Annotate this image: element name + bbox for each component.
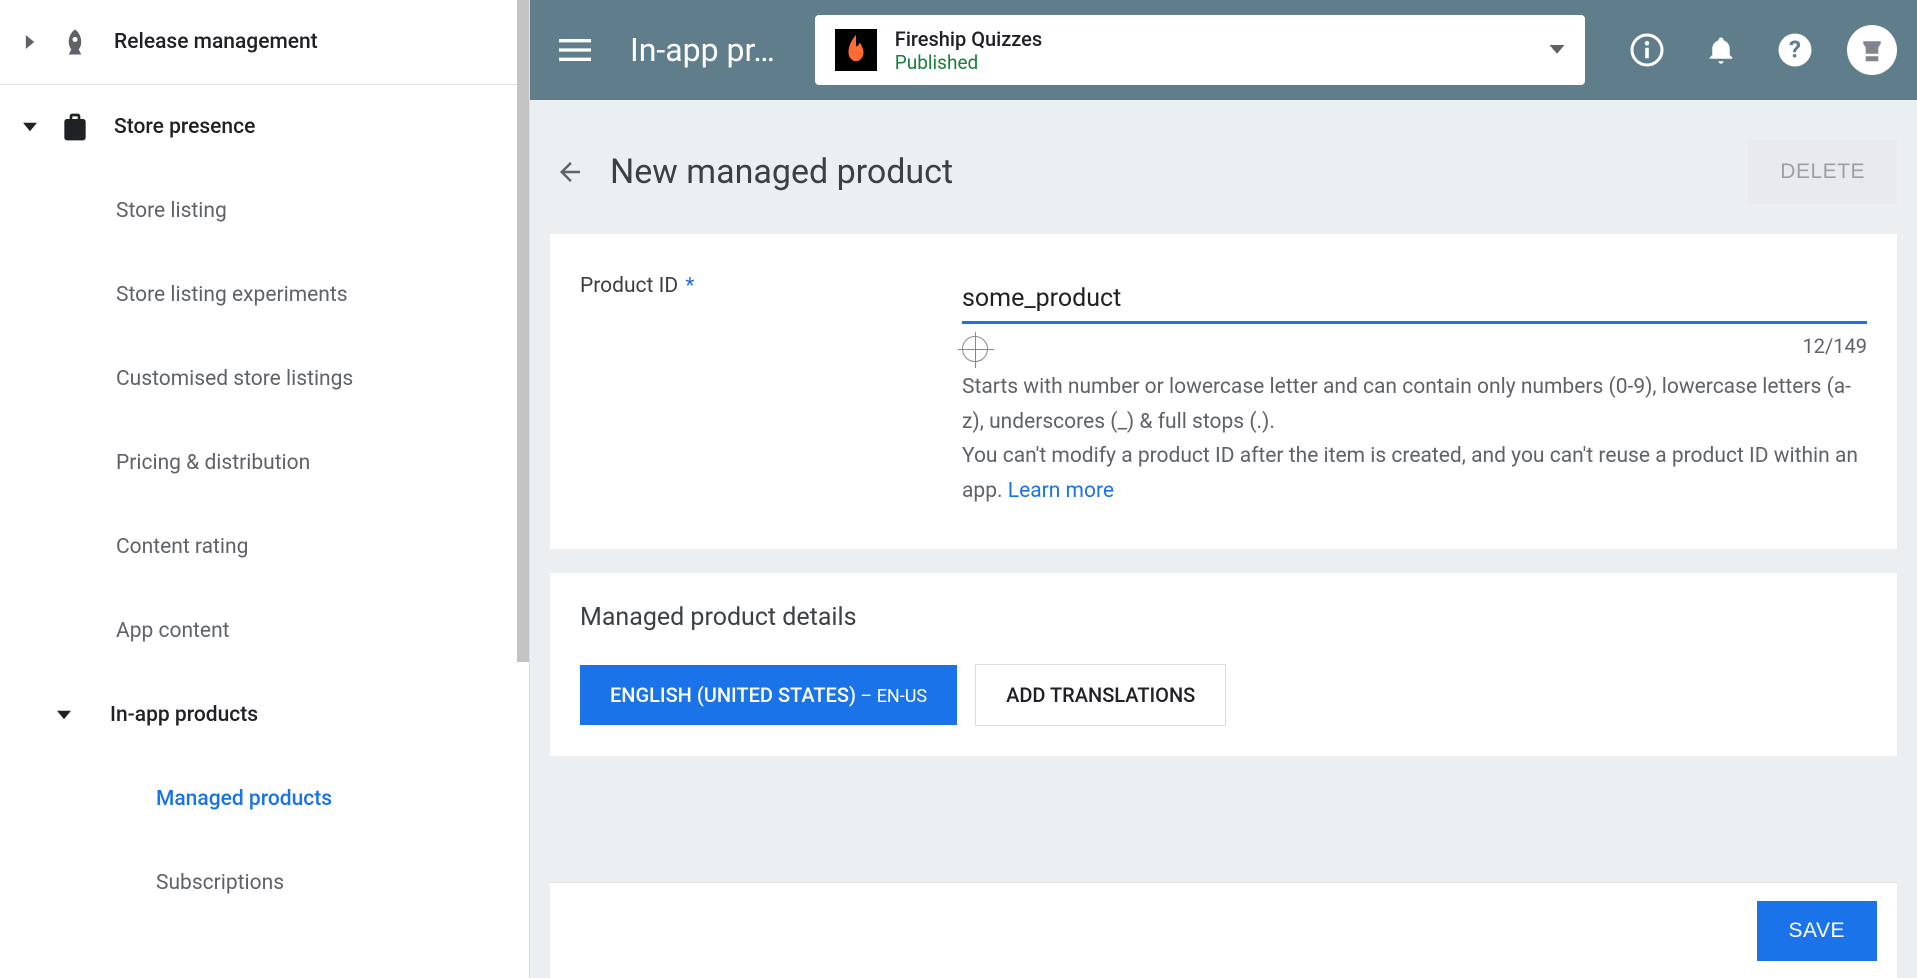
breadcrumb-title: In-app pr… <box>630 31 775 69</box>
sidebar-item-content-rating[interactable]: Content rating <box>0 505 529 589</box>
shopping-bag-icon <box>56 108 94 146</box>
topbar: In-app pr… Fireship Quizzes Published <box>530 0 1917 100</box>
bell-icon[interactable] <box>1699 28 1743 72</box>
language-tab-active[interactable]: ENGLISH (UNITED STATES) – EN-US <box>580 665 957 725</box>
sidebar-label: Subscriptions <box>156 871 284 895</box>
page-title: New managed product <box>610 152 1748 192</box>
sidebar-label: Store listing experiments <box>116 283 348 307</box>
sidebar-label: Store listing <box>116 199 227 223</box>
sidebar-label: Managed products <box>156 787 332 811</box>
dropdown-icon <box>1549 45 1565 55</box>
product-id-card: Product ID * 12/149 Starts with number o… <box>550 234 1897 549</box>
sidebar-item-managed-products[interactable]: Managed products <box>0 757 529 841</box>
learn-more-link[interactable]: Learn more <box>1008 479 1114 503</box>
sidebar-item-in-app-products[interactable]: In-app products <box>0 673 529 757</box>
language-tabs: ENGLISH (UNITED STATES) – EN-US ADD TRAN… <box>580 664 1867 726</box>
back-arrow-icon[interactable] <box>550 152 590 192</box>
sidebar-item-store-listing-experiments[interactable]: Store listing experiments <box>0 253 529 337</box>
sidebar-label: App content <box>116 619 230 643</box>
product-id-label: Product ID * <box>580 274 962 509</box>
rocket-icon <box>56 23 94 61</box>
required-indicator: * <box>685 274 694 298</box>
chevron-down-icon <box>20 120 40 134</box>
char-count: 12/149 <box>988 334 1867 358</box>
sidebar-item-pricing-distribution[interactable]: Pricing & distribution <box>0 421 529 505</box>
sidebar-item-store-listing[interactable]: Store listing <box>0 169 529 253</box>
lang-code: – EN-US <box>856 686 927 707</box>
menu-icon[interactable] <box>550 25 600 75</box>
svg-text:?: ? <box>1789 36 1801 64</box>
product-details-card: Managed product details ENGLISH (UNITED … <box>550 573 1897 756</box>
app-selector[interactable]: Fireship Quizzes Published <box>815 15 1585 85</box>
avatar[interactable] <box>1847 25 1897 75</box>
sidebar: Release management Store presence Store … <box>0 0 530 978</box>
scrollbar[interactable] <box>517 0 529 662</box>
app-status: Published <box>895 51 1549 74</box>
delete-button[interactable]: DELETE <box>1748 140 1897 204</box>
help-text: Starts with number or lowercase letter a… <box>962 370 1867 509</box>
app-name: Fireship Quizzes <box>895 27 1549 51</box>
sidebar-label: Release management <box>114 30 318 54</box>
topbar-actions: ? <box>1625 25 1897 75</box>
details-title: Managed product details <box>580 603 1867 632</box>
sidebar-label: Pricing & distribution <box>116 451 310 475</box>
page-header: New managed product DELETE <box>550 120 1897 234</box>
lang-label: ENGLISH (UNITED STATES) <box>610 683 856 707</box>
sidebar-item-customised-store-listings[interactable]: Customised store listings <box>0 337 529 421</box>
help-icon[interactable]: ? <box>1773 28 1817 72</box>
sidebar-item-release-management[interactable]: Release management <box>0 0 529 84</box>
sidebar-label: Store presence <box>114 115 255 139</box>
save-bar: SAVE <box>550 882 1897 978</box>
product-id-field: 12/149 Starts with number or lowercase l… <box>962 274 1867 509</box>
content: New managed product DELETE Product ID * … <box>530 100 1917 978</box>
form-row-product-id: Product ID * 12/149 Starts with number o… <box>580 274 1867 509</box>
save-button[interactable]: SAVE <box>1757 901 1877 961</box>
product-id-input[interactable] <box>962 274 1867 324</box>
sidebar-label: In-app products <box>110 703 258 727</box>
info-icon[interactable] <box>1625 28 1669 72</box>
app-info: Fireship Quizzes Published <box>895 27 1549 74</box>
chevron-right-icon <box>20 35 40 49</box>
help-line-1: Starts with number or lowercase letter a… <box>962 375 1851 434</box>
sidebar-item-app-content[interactable]: App content <box>0 589 529 673</box>
sidebar-label: Content rating <box>116 535 248 559</box>
main: In-app pr… Fireship Quizzes Published <box>530 0 1917 978</box>
sidebar-item-subscriptions[interactable]: Subscriptions <box>0 841 529 925</box>
chevron-down-icon <box>54 708 74 722</box>
target-icon <box>962 336 988 362</box>
app-icon <box>835 29 877 71</box>
sidebar-item-store-presence[interactable]: Store presence <box>0 85 529 169</box>
add-translations-button[interactable]: ADD TRANSLATIONS <box>975 664 1226 726</box>
sidebar-label: Customised store listings <box>116 367 353 391</box>
label-text: Product ID <box>580 274 678 298</box>
